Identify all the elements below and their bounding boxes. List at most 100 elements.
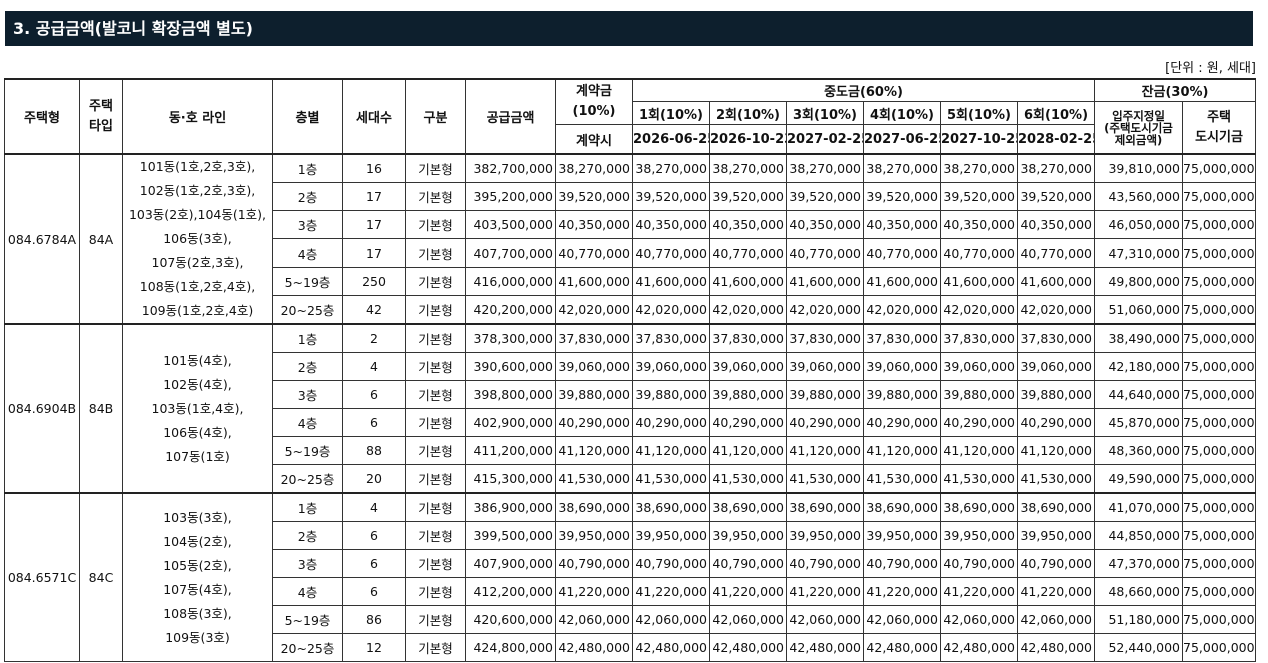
cell-deposit: 42,060,000 xyxy=(555,605,633,634)
cell-middle-payment: 42,480,000 xyxy=(1016,633,1096,662)
cell-middle-payment: 41,120,000 xyxy=(863,436,941,465)
dong-line-entry: 106동(4호), xyxy=(163,424,232,440)
header-middle-date-5: 2027-10-25 xyxy=(940,124,1018,155)
cell-deposit: 40,770,000 xyxy=(555,238,633,268)
dong-line-entry: 108동(3호), xyxy=(163,605,232,621)
cell-middle-payment: 39,060,000 xyxy=(786,352,864,381)
cell-middle-payment: 40,290,000 xyxy=(1016,408,1096,437)
cell-middle-payment: 42,020,000 xyxy=(863,294,941,325)
cell-middle-payment: 40,790,000 xyxy=(786,549,864,578)
cell-middle-payment: 41,220,000 xyxy=(863,577,941,606)
header-middle: 중도금(60%) xyxy=(631,78,1096,102)
cell-middle-payment: 37,830,000 xyxy=(940,323,1018,353)
cell-balance-fund: 75,000,000 xyxy=(1182,182,1257,212)
cell-middle-payment: 42,480,000 xyxy=(863,633,941,662)
cell-category: 기본형 xyxy=(405,352,466,381)
cell-middle-payment: 42,020,000 xyxy=(940,294,1018,325)
cell-category: 기본형 xyxy=(405,633,466,662)
cell-middle-payment: 41,600,000 xyxy=(863,266,941,296)
cell-deposit: 41,220,000 xyxy=(555,577,633,606)
dong-line-entry: 103동(1호,4호), xyxy=(151,400,244,416)
cell-households: 42 xyxy=(342,294,406,325)
cell-supply-price: 416,000,000 xyxy=(465,266,556,296)
cell-balance-fund: 75,000,000 xyxy=(1182,521,1257,550)
cell-floor: 5~19층 xyxy=(272,436,343,465)
cell-house-type: 084.6904B xyxy=(4,323,80,494)
cell-middle-payment: 41,220,000 xyxy=(1016,577,1096,606)
cell-supply-price: 407,900,000 xyxy=(465,549,556,578)
cell-middle-payment: 38,690,000 xyxy=(940,492,1018,522)
cell-deposit: 40,290,000 xyxy=(555,408,633,437)
cell-balance-movein: 51,180,000 xyxy=(1094,605,1184,634)
cell-balance-movein: 42,180,000 xyxy=(1094,352,1184,381)
cell-floor: 5~19층 xyxy=(272,605,343,634)
cell-balance-fund: 75,000,000 xyxy=(1182,492,1257,522)
cell-households: 6 xyxy=(342,577,406,606)
unit-note: [단위 : 원, 세대] xyxy=(1165,61,1256,76)
dong-line-entry: 106동(3호), xyxy=(163,231,232,246)
cell-balance-fund: 75,000,000 xyxy=(1182,549,1257,578)
cell-middle-payment: 42,060,000 xyxy=(1016,605,1096,634)
cell-balance-fund: 75,000,000 xyxy=(1182,294,1257,325)
cell-middle-payment: 40,770,000 xyxy=(1016,238,1096,268)
cell-middle-payment: 39,060,000 xyxy=(940,352,1018,381)
cell-deposit: 42,020,000 xyxy=(555,294,633,325)
cell-middle-payment: 40,770,000 xyxy=(863,238,941,268)
cell-middle-payment: 42,020,000 xyxy=(632,294,710,325)
cell-category: 기본형 xyxy=(405,521,466,550)
cell-middle-payment: 37,830,000 xyxy=(1016,323,1096,353)
header-deposit: 계약금 (10%) xyxy=(555,78,633,125)
cell-middle-payment: 37,830,000 xyxy=(786,323,864,353)
cell-balance-movein: 52,440,000 xyxy=(1094,633,1184,662)
cell-house-subtype: 84A xyxy=(79,153,123,325)
cell-households: 6 xyxy=(342,549,406,578)
cell-middle-payment: 41,220,000 xyxy=(709,577,787,606)
cell-floor: 1층 xyxy=(272,492,343,522)
supply-price-table: 주택형 주택 타입 동·호 라인 층별 세대수 구분 공급금액 계약금 (10%… xyxy=(4,78,1257,662)
header-dong-line: 동·호 라인 xyxy=(122,78,273,155)
header-middle-date-2: 2026-10-23 xyxy=(709,124,787,155)
header-middle-round-4: 4회(10%) xyxy=(863,101,941,125)
cell-balance-movein: 44,850,000 xyxy=(1094,521,1184,550)
cell-middle-payment: 39,950,000 xyxy=(786,521,864,550)
header-middle-round-6: 6회(10%) xyxy=(1016,101,1096,125)
cell-middle-payment: 40,290,000 xyxy=(940,408,1018,437)
cell-middle-payment: 41,120,000 xyxy=(1016,436,1096,465)
cell-balance-fund: 75,000,000 xyxy=(1182,380,1257,409)
cell-balance-fund: 75,000,000 xyxy=(1182,408,1257,437)
dong-line-entry: 101동(1호,2호,3호), xyxy=(139,159,256,174)
cell-middle-payment: 42,480,000 xyxy=(709,633,787,662)
cell-middle-payment: 37,830,000 xyxy=(709,323,787,353)
header-middle-round-2: 2회(10%) xyxy=(709,101,787,125)
cell-category: 기본형 xyxy=(405,464,466,494)
cell-middle-payment: 37,830,000 xyxy=(863,323,941,353)
cell-balance-movein: 38,490,000 xyxy=(1094,323,1184,353)
dong-line-entry: 107동(2호,3호), xyxy=(151,255,244,270)
cell-floor: 2층 xyxy=(272,182,343,212)
cell-deposit: 38,270,000 xyxy=(555,153,633,184)
cell-middle-payment: 40,790,000 xyxy=(1016,549,1096,578)
dong-line-entry: 109동(1호,2호,4호) xyxy=(141,303,254,318)
cell-balance-movein: 44,640,000 xyxy=(1094,380,1184,409)
table-row: 084.6784A 84A 101동(1호,2호,3호), 102동(1호,2호,3호… xyxy=(4,153,1257,325)
cell-deposit: 39,060,000 xyxy=(555,352,633,381)
cell-middle-payment: 41,600,000 xyxy=(632,266,710,296)
header-middle-round-1: 1회(10%) xyxy=(632,101,710,125)
cell-middle-payment: 41,530,000 xyxy=(863,464,941,494)
cell-middle-payment: 39,520,000 xyxy=(863,182,941,212)
cell-households: 16 xyxy=(342,153,406,184)
cell-balance-fund: 75,000,000 xyxy=(1182,153,1257,184)
cell-floor: 4층 xyxy=(272,408,343,437)
cell-balance-movein: 46,050,000 xyxy=(1094,210,1184,240)
cell-households: 17 xyxy=(342,238,406,268)
cell-supply-price: 378,300,000 xyxy=(465,323,556,353)
cell-supply-price: 424,800,000 xyxy=(465,633,556,662)
cell-households: 6 xyxy=(342,408,406,437)
cell-middle-payment: 37,830,000 xyxy=(632,323,710,353)
cell-middle-payment: 42,060,000 xyxy=(709,605,787,634)
cell-supply-price: 395,200,000 xyxy=(465,182,556,212)
cell-middle-payment: 41,530,000 xyxy=(1016,464,1096,494)
cell-households: 4 xyxy=(342,352,406,381)
cell-deposit: 41,120,000 xyxy=(555,436,633,465)
cell-middle-payment: 39,950,000 xyxy=(940,521,1018,550)
